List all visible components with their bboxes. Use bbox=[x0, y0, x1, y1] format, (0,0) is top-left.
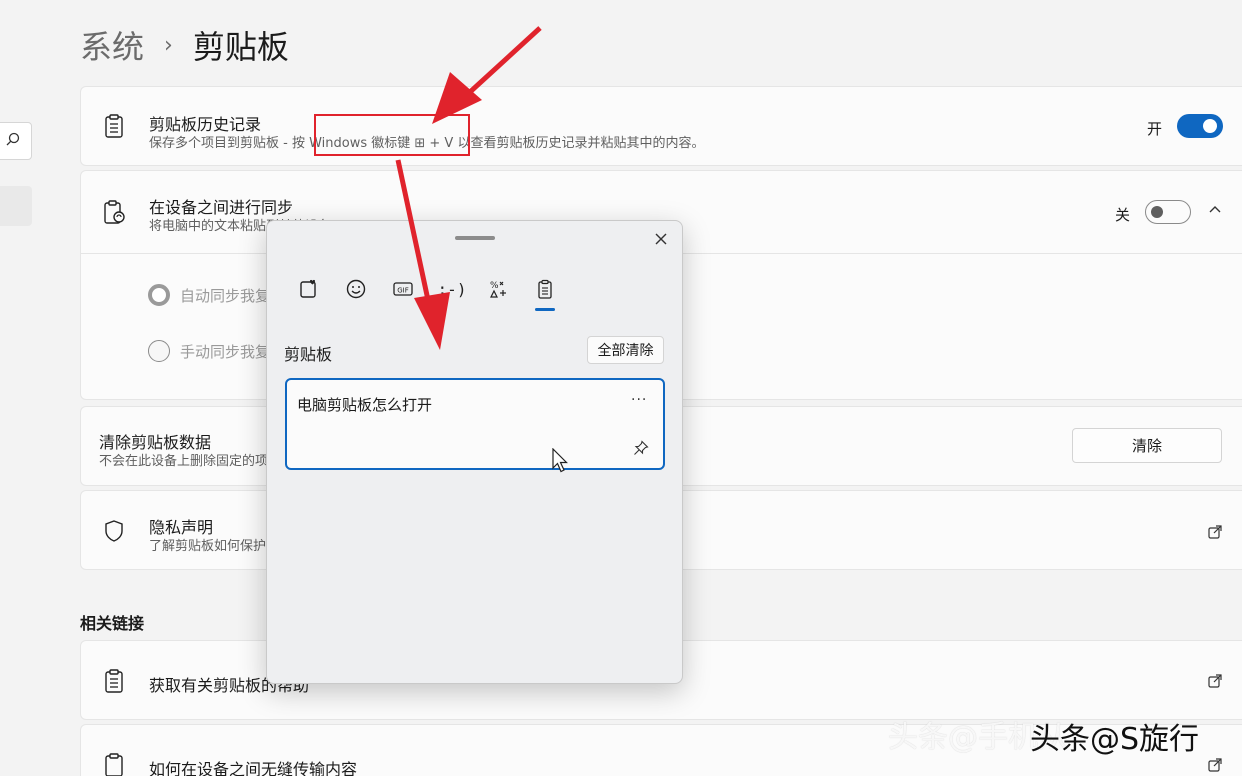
clipboard-item[interactable]: 电脑剪贴板怎么打开 ··· bbox=[285, 378, 665, 470]
clipboard-icon bbox=[101, 752, 127, 776]
panel-title: 剪贴板 bbox=[284, 345, 333, 364]
radio-button[interactable] bbox=[148, 284, 170, 306]
gif-label: GIF bbox=[397, 287, 409, 295]
clipboard-item-text: 电脑剪贴板怎么打开 bbox=[297, 396, 433, 414]
related-link-label: 如何在设备之间无缝传输内容 bbox=[149, 760, 358, 776]
toggle-knob bbox=[1151, 206, 1163, 218]
pin-icon[interactable] bbox=[633, 440, 651, 458]
clipboard-icon bbox=[101, 668, 127, 694]
mouse-cursor-icon bbox=[552, 448, 568, 473]
annotation-highlight-box bbox=[314, 114, 470, 156]
history-toggle[interactable] bbox=[1177, 114, 1223, 138]
sync-toggle[interactable] bbox=[1145, 200, 1191, 224]
page-title: 剪贴板 bbox=[192, 28, 289, 66]
clipboard-sync-icon bbox=[101, 199, 127, 225]
gif-icon[interactable]: GIF bbox=[391, 277, 415, 301]
clipboard-icon bbox=[101, 113, 127, 139]
close-icon[interactable] bbox=[651, 229, 671, 249]
svg-text:%: % bbox=[490, 281, 499, 291]
kaomoji-icon[interactable]: ;-) bbox=[437, 277, 467, 301]
breadcrumb: 系统 › 剪贴板 bbox=[80, 20, 289, 70]
shield-icon bbox=[101, 518, 127, 544]
sync-toggle-label: 关 bbox=[1115, 206, 1131, 224]
breadcrumb-separator: › bbox=[164, 32, 173, 58]
active-tab-indicator bbox=[535, 308, 555, 311]
radio-button[interactable] bbox=[148, 340, 170, 362]
history-card: 剪贴板历史记录 保存多个项目到剪贴板 - 按 Windows 徽标键 ⊞ + V… bbox=[80, 86, 1242, 166]
favorites-icon[interactable] bbox=[297, 277, 321, 301]
symbols-icon[interactable]: % bbox=[486, 277, 510, 301]
clear-button[interactable]: 清除 bbox=[1072, 428, 1222, 463]
watermark-dark: 头条@S旋行 bbox=[1030, 722, 1200, 757]
breadcrumb-parent[interactable]: 系统 bbox=[80, 22, 144, 68]
more-options-icon[interactable]: ··· bbox=[631, 392, 647, 408]
chevron-up-icon[interactable] bbox=[1207, 201, 1223, 217]
nav-item-selected[interactable] bbox=[0, 186, 32, 226]
nav-search-button[interactable] bbox=[0, 122, 32, 160]
external-link-icon bbox=[1207, 673, 1223, 689]
external-link-icon bbox=[1207, 757, 1223, 773]
clipboard-panel: GIF ;-) % 剪贴板 全部清除 电脑剪贴板怎么打开 ··· bbox=[266, 220, 683, 684]
clear-data-desc: 不会在此设备上删除固定的项目 bbox=[99, 454, 282, 469]
emoji-icon[interactable] bbox=[344, 277, 368, 301]
clear-all-button[interactable]: 全部清除 bbox=[587, 336, 664, 364]
history-toggle-label: 开 bbox=[1147, 120, 1163, 138]
external-link-icon bbox=[1207, 524, 1223, 540]
drag-handle[interactable] bbox=[455, 236, 495, 240]
clipboard-icon[interactable] bbox=[533, 277, 557, 301]
toggle-knob bbox=[1203, 119, 1217, 133]
related-links-header: 相关链接 bbox=[80, 614, 145, 633]
search-icon bbox=[5, 131, 21, 151]
